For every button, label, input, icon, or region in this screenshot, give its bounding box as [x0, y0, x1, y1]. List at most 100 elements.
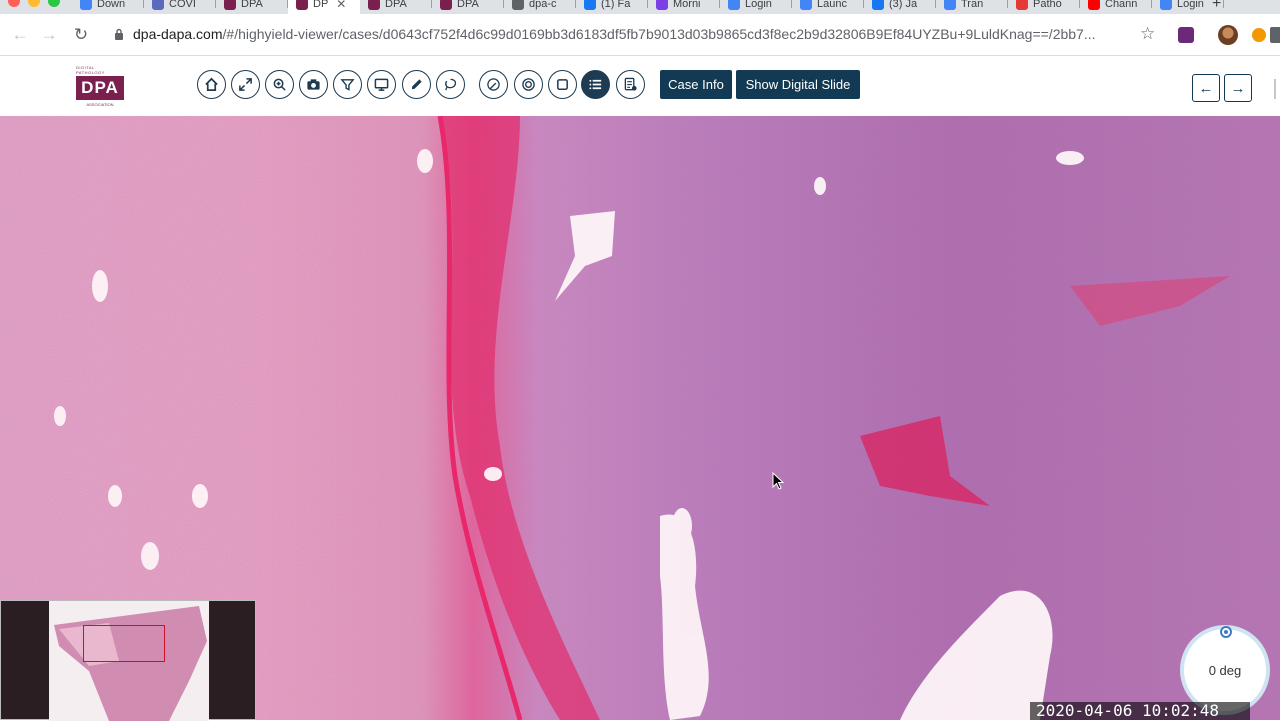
show-digital-slide-button[interactable]: Show Digital Slide [736, 70, 860, 99]
new-tab-button[interactable]: + [1212, 0, 1221, 13]
tab-label: DPA [457, 0, 479, 10]
browser-tab[interactable]: Morni [648, 0, 720, 14]
tab-label: DPA [241, 0, 263, 10]
logo-top-text: DIGITAL PATHOLOGY [76, 65, 105, 75]
tab-close-icon[interactable]: ✕ [336, 0, 346, 11]
tab-favicon-icon [1016, 0, 1028, 10]
browser-tab[interactable]: Launc [792, 0, 864, 14]
browser-tab[interactable]: Patho [1008, 0, 1080, 14]
tab-favicon-icon [656, 0, 668, 10]
browser-tab[interactable]: (3) Ja [864, 0, 936, 14]
tab-favicon-icon [512, 0, 524, 10]
browser-tab[interactable]: DPA [432, 0, 504, 14]
tab-favicon-icon [800, 0, 812, 10]
tab-label: dpa-c [529, 0, 557, 10]
browser-tab-strip: Down COVI DPA DP ✕ DPA DPA dpa-c (1) Fa Morni Logi… [0, 0, 1280, 14]
tab-label: Chann [1105, 0, 1138, 10]
browser-tab[interactable]: Tran [936, 0, 1008, 14]
tab-favicon-icon [440, 0, 452, 10]
profile-avatar[interactable] [1218, 25, 1238, 45]
square-icon [557, 79, 568, 90]
browser-tab[interactable]: COVI [144, 0, 216, 14]
tab-label: (1) Fa [601, 0, 631, 10]
tab-favicon-icon [1160, 0, 1172, 10]
target-icon [522, 78, 535, 91]
address-bar[interactable]: dpa-dapa.com/#/highyield-viewer/cases/d0… [133, 26, 1133, 42]
extension-overflow-icon[interactable] [1270, 27, 1280, 43]
bookmark-star-icon[interactable]: ☆ [1140, 24, 1155, 44]
browser-tab[interactable]: Login [720, 0, 792, 14]
previous-slide-button[interactable]: ← [1192, 74, 1220, 102]
report-icon [624, 77, 637, 91]
filter-icon [340, 79, 355, 91]
camera-icon [307, 79, 320, 90]
zoom-tool-button[interactable] [265, 70, 294, 99]
home-icon [205, 77, 218, 91]
tab-label: Morni [673, 0, 701, 10]
tab-label: Login [745, 0, 772, 10]
tab-label: DP [313, 0, 329, 10]
extension-orange-icon[interactable] [1252, 28, 1266, 42]
lock-icon [115, 28, 123, 40]
monitor-icon [374, 78, 389, 91]
mouse-cursor-icon [772, 472, 784, 490]
case-info-button[interactable]: Case Info [660, 70, 732, 99]
draw-tool-button[interactable] [479, 70, 508, 99]
lasso-icon [445, 78, 457, 91]
list-tool-button[interactable] [581, 70, 610, 99]
viewport-indicator[interactable] [83, 625, 165, 662]
tab-favicon-icon [1088, 0, 1100, 10]
rotation-label: 0 deg [1208, 662, 1242, 678]
monitor-tool-button[interactable] [367, 70, 396, 99]
dpa-logo[interactable]: DIGITAL PATHOLOGY DPA ASSOCIATION [76, 65, 124, 107]
tab-label: Tran [961, 0, 984, 10]
pencil-tool-button[interactable] [402, 70, 431, 99]
tab-label: Patho [1033, 0, 1062, 10]
browser-tab[interactable]: Chann [1080, 0, 1152, 14]
tab-label: Login [1177, 0, 1204, 10]
pencil-icon [411, 79, 422, 90]
url-path: /#/highyield-viewer/cases/d0643cf752f4d6… [222, 26, 1096, 42]
tab-favicon-icon [944, 0, 956, 10]
browser-tab[interactable]: Down [72, 0, 144, 14]
recording-timestamp: 2020-04-06 10:02:48 [1030, 702, 1250, 720]
tab-label: COVI [169, 0, 196, 10]
list-icon [589, 79, 602, 90]
tab-label: (3) Ja [889, 0, 918, 10]
reload-button[interactable]: ↻ [69, 23, 93, 47]
expand-tool-button[interactable] [231, 70, 260, 99]
tab-label: Down [97, 0, 126, 10]
window-minimize-control[interactable] [28, 0, 40, 7]
tab-favicon-icon [296, 0, 308, 10]
home-tool-button[interactable] [197, 70, 226, 99]
tab-favicon-icon [584, 0, 596, 10]
next-slide-button[interactable]: → [1224, 74, 1252, 102]
browser-tab[interactable]: (1) Fa [576, 0, 648, 14]
browser-tab[interactable]: DP ✕ [288, 0, 360, 14]
tab-favicon-icon [152, 0, 164, 10]
browser-tab[interactable]: dpa-c [504, 0, 576, 14]
scroll-edge [1274, 79, 1276, 99]
browser-tab[interactable]: DPA [216, 0, 288, 14]
forward-button[interactable]: → [37, 23, 61, 47]
url-domain: dpa-dapa.com [133, 26, 223, 42]
camera-tool-button[interactable] [299, 70, 328, 99]
tab-label: DPA [385, 0, 407, 10]
logo-bottom-text: ASSOCIATION [86, 102, 114, 107]
tab-favicon-icon [224, 0, 236, 10]
lasso-tool-button[interactable] [436, 70, 465, 99]
target-tool-button[interactable] [514, 70, 543, 99]
zoom-icon [273, 78, 286, 91]
window-close-control[interactable] [8, 0, 20, 7]
window-maximize-control[interactable] [48, 0, 60, 7]
report-tool-button[interactable] [616, 70, 645, 99]
filter-tool-button[interactable] [333, 70, 362, 99]
square-tool-button[interactable] [548, 70, 577, 99]
back-button[interactable]: ← [8, 23, 32, 47]
draw-icon [487, 78, 500, 91]
slide-overview-navigator[interactable] [0, 600, 256, 721]
tab-separator [1223, 0, 1224, 8]
extension-icon[interactable] [1178, 27, 1194, 43]
browser-tab[interactable]: DPA [360, 0, 432, 14]
rotation-handle[interactable] [1220, 626, 1232, 638]
